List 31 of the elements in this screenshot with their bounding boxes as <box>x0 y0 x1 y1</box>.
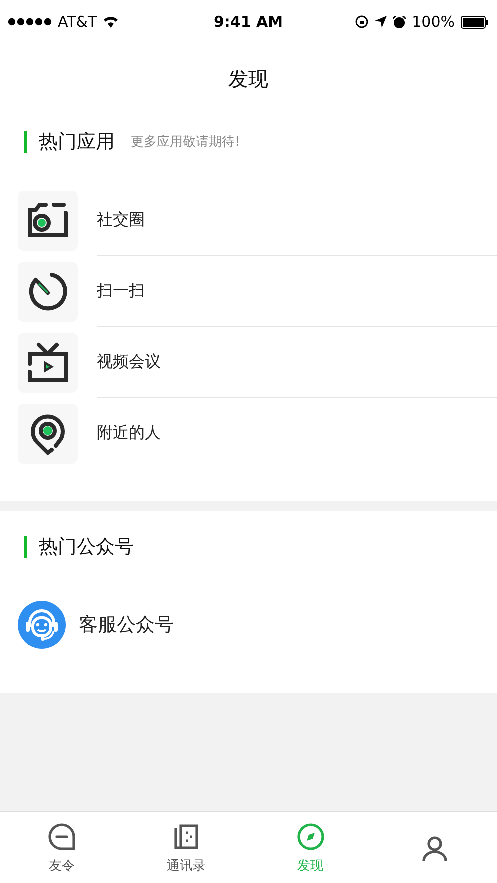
tab-bar-item[interactable]: 通讯录 <box>124 812 248 883</box>
app-list-item[interactable]: 社交圈 <box>97 210 145 230</box>
rotation-lock-icon <box>355 15 370 29</box>
person-icon <box>420 835 449 863</box>
timer-icon <box>27 270 69 312</box>
tab-bar-item[interactable]: 友令 <box>0 812 124 883</box>
section-subtitle: 更多应用敬请期待! <box>131 134 240 151</box>
headset-icon <box>18 601 66 649</box>
battery-icon <box>461 16 490 28</box>
wifi-icon <box>103 16 120 28</box>
page-title: 发现 <box>228 66 268 92</box>
app-list-item[interactable]: 附近的人 <box>97 423 161 444</box>
chat-bubble-icon <box>48 823 76 851</box>
clock-time: 9:41 AM <box>214 13 284 31</box>
alarm-icon <box>393 16 406 28</box>
app-icon-tile[interactable] <box>18 190 78 250</box>
app-icon-tile[interactable] <box>18 404 78 464</box>
carrier-name: AT&T <box>58 13 98 31</box>
tv-icon <box>26 342 70 384</box>
app-icon-tile[interactable] <box>18 262 78 322</box>
battery-percentage: 100% <box>412 13 456 31</box>
account-list-item[interactable]: 客服公众号 <box>79 612 174 638</box>
section-title: 热门公众号 <box>39 535 134 560</box>
section-title: 热门应用 <box>39 130 115 155</box>
contacts-book-icon <box>172 823 200 851</box>
compass-icon <box>296 823 325 851</box>
app-list-item[interactable]: 视频会议 <box>97 352 161 372</box>
app-list-item[interactable]: 扫一扫 <box>97 280 145 302</box>
app-icon-tile[interactable] <box>18 332 78 392</box>
signal-icon <box>8 18 52 26</box>
location-arrow-icon <box>375 16 388 28</box>
